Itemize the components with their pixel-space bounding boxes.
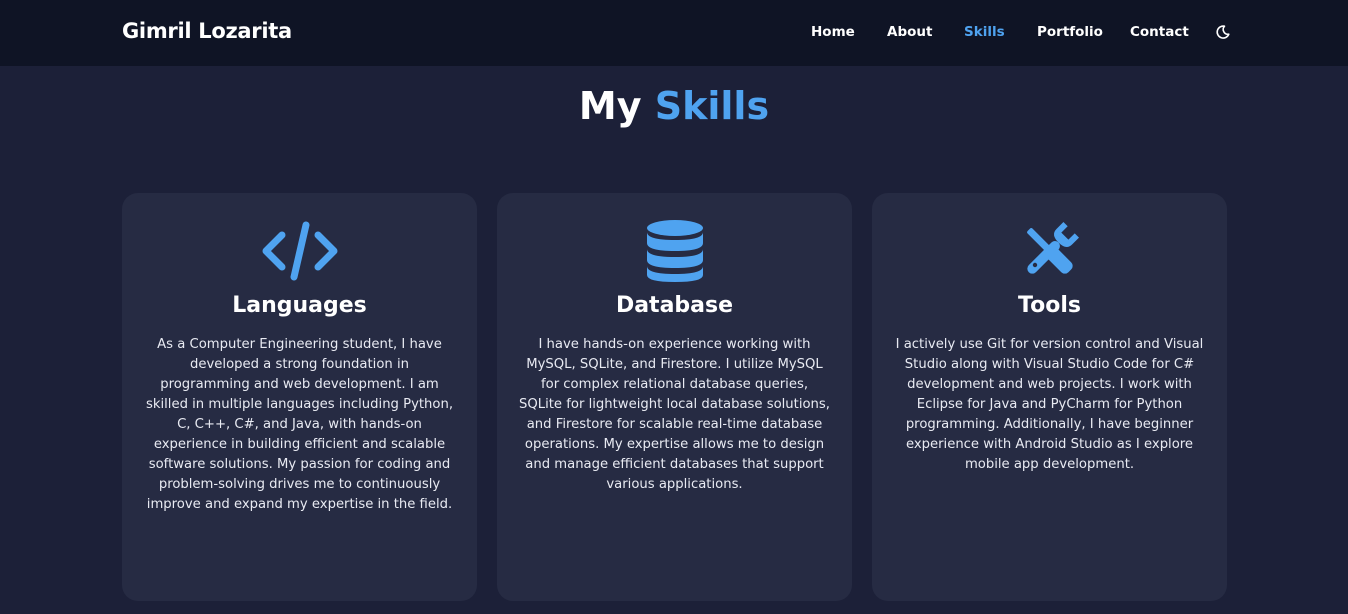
skill-card-languages: Languages As a Computer Engineering stud… <box>122 193 477 601</box>
skill-card-description: I actively use Git for version control a… <box>895 337 1204 472</box>
navbar: Gimril Lozarita Home About Skills Portfo… <box>0 0 1348 66</box>
skill-card-title: Database <box>615 293 734 318</box>
nav-links: Home About Skills Portfolio Contact <box>0 24 1348 44</box>
skill-card-description: I have hands-on experience working with … <box>519 337 830 492</box>
nav-link-portfolio[interactable]: Portfolio <box>1037 24 1103 40</box>
moon-icon[interactable] <box>1215 24 1231 40</box>
skill-card-tools: Tools I actively use Git for version con… <box>872 193 1227 601</box>
tools-icon <box>1026 222 1079 274</box>
code-icon <box>262 221 337 281</box>
nav-link-about[interactable]: About <box>887 24 932 40</box>
skill-card-title: Tools <box>1018 293 1081 318</box>
section-title-plain: My <box>578 84 642 128</box>
nav-link-skills[interactable]: Skills <box>964 24 1005 40</box>
database-icon <box>646 220 703 282</box>
nav-link-home[interactable]: Home <box>811 24 855 40</box>
nav-link-contact[interactable]: Contact <box>1130 24 1189 40</box>
section-title: My Skills <box>0 84 1348 128</box>
skill-card-database: Database I have hands-on experience work… <box>497 193 852 601</box>
section-title-accent: Skills <box>654 84 770 128</box>
skill-card-description: As a Computer Engineering student, I hav… <box>145 337 454 512</box>
skill-card-title: Languages <box>232 293 367 318</box>
